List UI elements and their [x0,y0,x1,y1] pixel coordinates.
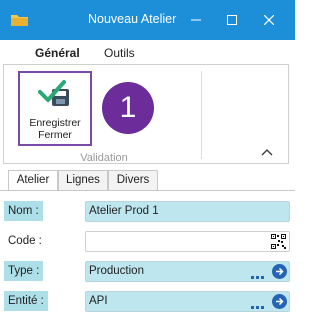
close-icon[interactable] [256,8,282,32]
type-label: Type : [4,261,44,281]
tab-lignes[interactable]: Lignes [58,170,108,190]
step-badge: 1 [102,82,154,134]
arrow-right-icon[interactable] [272,294,287,309]
type-value: Production [89,265,144,277]
tab-atelier[interactable]: Atelier [8,170,58,191]
more-icon[interactable] [251,268,265,279]
save-close-button[interactable]: Enregistrer Fermer [18,71,92,146]
chevron-up-icon[interactable] [259,146,275,158]
title-bar: Nouveau Atelier [0,0,295,40]
type-field[interactable]: Production [85,261,290,282]
form-panel: Nom : Atelier Prod 1 Code : Type : Produ… [0,190,295,318]
maximize-icon[interactable] [219,8,245,32]
nom-label: Nom : [4,201,43,221]
entite-label: Entité : [4,291,48,311]
save-close-label: Enregistrer Fermer [29,117,81,141]
ribbon-tab-bar: Général Outils [0,40,295,64]
more-icon[interactable] [251,298,265,309]
nom-field[interactable]: Atelier Prod 1 [85,201,290,222]
form-tab-bar: Atelier Lignes Divers [0,168,295,191]
tab-outils[interactable]: Outils [104,46,135,60]
ribbon-group-label: Validation [80,152,128,164]
code-label: Code : [8,235,42,247]
ribbon-separator [201,71,202,159]
tab-general[interactable]: Général [35,46,80,60]
entite-value: API [89,295,108,307]
ribbon-panel: Enregistrer Fermer 1 Validation [3,64,289,164]
arrow-right-icon[interactable] [272,264,287,279]
folder-icon [11,13,28,26]
qr-code-icon[interactable] [271,234,286,249]
save-check-icon [38,80,69,106]
entite-field[interactable]: API [85,291,290,312]
window-title: Nouveau Atelier [88,12,177,26]
minimize-icon[interactable] [183,8,209,32]
code-field[interactable] [85,231,290,252]
tab-divers[interactable]: Divers [108,170,158,190]
